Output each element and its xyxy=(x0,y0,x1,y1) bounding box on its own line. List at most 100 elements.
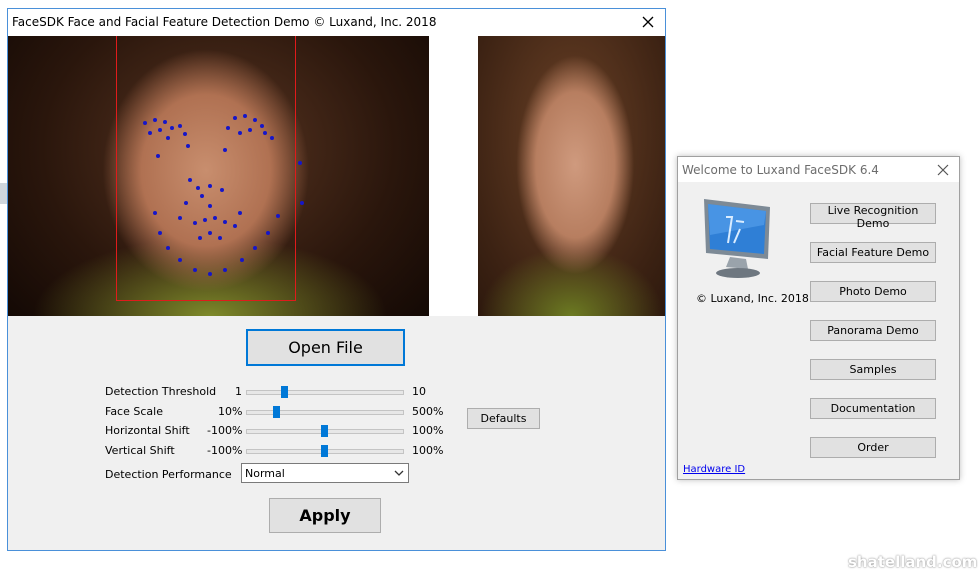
slider-thumb[interactable] xyxy=(273,406,280,418)
welcome-window-title: Welcome to Luxand FaceSDK 6.4 xyxy=(682,163,879,177)
slider-min: -100% xyxy=(207,424,243,437)
open-file-button[interactable]: Open File xyxy=(246,329,405,366)
feature-point xyxy=(243,114,247,118)
feature-point xyxy=(156,154,160,158)
detection-performance-select[interactable]: Normal xyxy=(241,463,409,483)
feature-point xyxy=(158,128,162,132)
feature-point xyxy=(266,231,270,235)
feature-point xyxy=(208,231,212,235)
welcome-titlebar: Welcome to Luxand FaceSDK 6.4 xyxy=(678,157,959,182)
photo-area xyxy=(8,36,665,316)
feature-point xyxy=(193,221,197,225)
feature-point xyxy=(270,136,274,140)
feature-point xyxy=(193,268,197,272)
apply-button[interactable]: Apply xyxy=(269,498,381,533)
slider-label: Detection Threshold xyxy=(105,385,217,398)
slider-max: 500% xyxy=(412,405,444,418)
feature-point xyxy=(153,211,157,215)
feature-point xyxy=(233,116,237,120)
chevron-down-icon xyxy=(394,470,404,476)
close-icon xyxy=(642,16,654,28)
slider-max: 10 xyxy=(412,385,426,398)
facial-feature-demo-button[interactable]: Facial Feature Demo xyxy=(810,242,936,263)
feature-point xyxy=(218,236,222,240)
photo-demo-button[interactable]: Photo Demo xyxy=(810,281,936,302)
samples-button[interactable]: Samples xyxy=(810,359,936,380)
feature-point xyxy=(208,184,212,188)
feature-point xyxy=(213,216,217,220)
feature-point xyxy=(148,131,152,135)
feature-point xyxy=(166,246,170,250)
feature-point xyxy=(158,231,162,235)
detection-performance-label: Detection Performance xyxy=(105,468,232,481)
feature-point xyxy=(166,136,170,140)
defaults-button[interactable]: Defaults xyxy=(467,408,540,429)
feature-point xyxy=(198,236,202,240)
feature-point xyxy=(298,161,302,165)
live-recognition-demo-button[interactable]: Live Recognition Demo xyxy=(810,203,936,230)
feature-point xyxy=(238,131,242,135)
feature-point xyxy=(223,148,227,152)
feature-point xyxy=(263,131,267,135)
slider-min: 1 xyxy=(235,385,242,398)
source-face-image xyxy=(478,36,665,316)
feature-point xyxy=(220,188,224,192)
slider-thumb[interactable] xyxy=(321,445,328,457)
feature-point xyxy=(196,186,200,190)
slider-thumb[interactable] xyxy=(321,425,328,437)
hardware-id-link[interactable]: Hardware ID xyxy=(683,464,745,475)
slider-max: 100% xyxy=(412,424,444,437)
slider-min: -100% xyxy=(207,444,243,457)
feature-point xyxy=(208,204,212,208)
welcome-window: Welcome to Luxand FaceSDK 6.4 © Luxand, … xyxy=(677,156,960,480)
close-icon xyxy=(937,164,949,176)
slider-thumb[interactable] xyxy=(280,386,288,398)
feature-point xyxy=(186,144,190,148)
face-bounding-box xyxy=(116,36,296,301)
slider-label: Horizontal Shift xyxy=(105,424,190,437)
feature-point xyxy=(178,258,182,262)
feature-point xyxy=(248,128,252,132)
main-window: FaceSDK Face and Facial Feature Detectio… xyxy=(7,8,666,551)
feature-point xyxy=(163,120,167,124)
feature-point xyxy=(300,201,304,205)
feature-point xyxy=(223,220,227,224)
feature-point xyxy=(226,126,230,130)
slider-label: Vertical Shift xyxy=(105,444,175,457)
feature-point xyxy=(223,268,227,272)
feature-point xyxy=(178,216,182,220)
documentation-button[interactable]: Documentation xyxy=(810,398,936,419)
select-value: Normal xyxy=(245,467,285,480)
feature-point xyxy=(208,272,212,276)
feature-point xyxy=(184,201,188,205)
feature-point xyxy=(260,124,264,128)
feature-point xyxy=(183,132,187,136)
feature-point xyxy=(253,118,257,122)
welcome-close-button[interactable] xyxy=(928,157,958,182)
face-scale-slider[interactable] xyxy=(246,410,404,415)
detection-threshold-slider[interactable] xyxy=(246,390,404,395)
monitor-icon xyxy=(704,199,770,278)
slider-label: Face Scale xyxy=(105,405,163,418)
main-window-title: FaceSDK Face and Facial Feature Detectio… xyxy=(12,15,437,29)
feature-point xyxy=(240,258,244,262)
feature-point xyxy=(276,214,280,218)
feature-point xyxy=(238,211,242,215)
order-button[interactable]: Order xyxy=(810,437,936,458)
detected-face-image xyxy=(8,36,429,316)
main-titlebar: FaceSDK Face and Facial Feature Detectio… xyxy=(8,9,665,36)
welcome-copyright: © Luxand, Inc. 2018 xyxy=(696,292,809,305)
feature-point xyxy=(253,246,257,250)
slider-max: 100% xyxy=(412,444,444,457)
feature-point xyxy=(153,118,157,122)
feature-point xyxy=(188,178,192,182)
panorama-demo-button[interactable]: Panorama Demo xyxy=(810,320,936,341)
feature-point xyxy=(200,194,204,198)
feature-point xyxy=(170,126,174,130)
feature-point xyxy=(143,121,147,125)
feature-point xyxy=(203,218,207,222)
main-close-button[interactable] xyxy=(633,9,663,36)
watermark: shatelland.com xyxy=(848,553,978,571)
feature-point xyxy=(178,124,182,128)
feature-point xyxy=(233,224,237,228)
